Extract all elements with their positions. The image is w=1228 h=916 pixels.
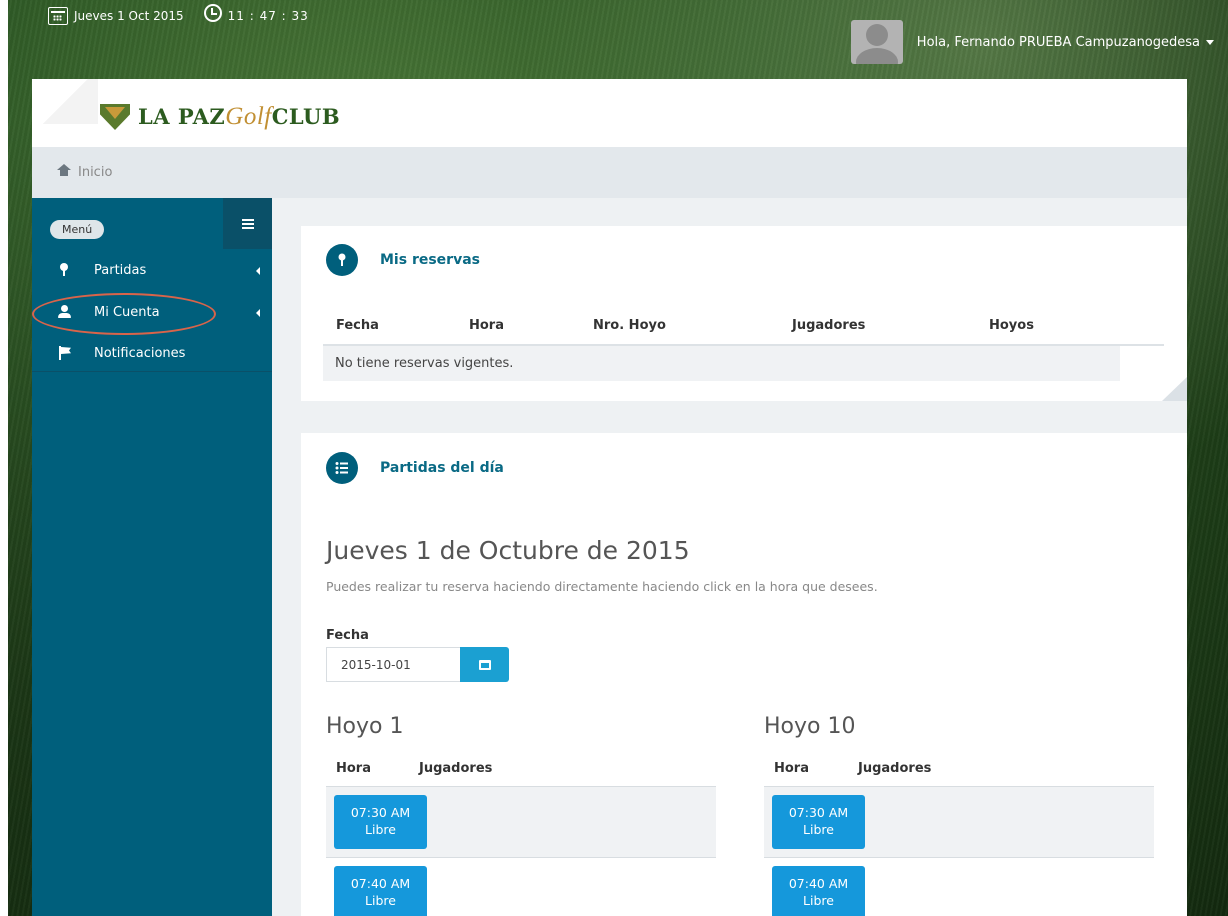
pin-icon — [58, 263, 74, 277]
sidebar-item-notificaciones[interactable]: Notificaciones — [32, 336, 272, 370]
club-logo[interactable]: LA PAZGolfCLUB — [100, 103, 340, 131]
left-frame — [0, 0, 8, 916]
user-greeting[interactable]: Hola, Fernando PRUEBA Campuzanogedesa — [917, 35, 1214, 50]
breadcrumb: Inicio — [32, 147, 1187, 198]
slot-time: 07:40 AM — [788, 876, 849, 891]
column-header: Fecha — [336, 318, 379, 333]
column-header: Hora — [469, 318, 504, 333]
empty-reservations-row: No tiene reservas vigentes. — [323, 346, 1120, 381]
fecha-label: Fecha — [326, 628, 369, 643]
logo-text: LA PAZGolfCLUB — [138, 103, 340, 131]
table-row: 07:30 AM Libre — [764, 787, 1154, 858]
hoyo-1-title: Hoyo 1 — [326, 714, 404, 739]
column-header: Nro. Hoyo — [593, 318, 666, 333]
menu-toggle-button[interactable] — [223, 198, 272, 249]
flag-icon — [58, 346, 74, 360]
mis-reservas-panel: Mis reservas Fecha Hora Nro. Hoyo Jugado… — [301, 226, 1187, 401]
day-subtitle: Puedes realizar tu reserva haciendo dire… — [326, 579, 878, 594]
user-menu[interactable]: Hola, Fernando PRUEBA Campuzanogedesa — [850, 20, 1214, 64]
logo-text-club: CLUB — [271, 104, 341, 129]
logo-text-golf: Golf — [225, 103, 272, 130]
hoyo-10-title: Hoyo 10 — [764, 714, 856, 739]
hamburger-icon — [241, 218, 254, 229]
shield-logo-icon — [100, 104, 130, 130]
home-icon[interactable] — [57, 164, 71, 178]
column-header: Jugadores — [792, 318, 866, 333]
column-header: Jugadores — [419, 761, 493, 776]
chevron-left-icon — [256, 267, 260, 275]
panel-corner-fold — [1162, 377, 1187, 401]
table-row: 07:30 AM Libre — [326, 787, 716, 858]
day-heading: Jueves 1 de Octubre de 2015 — [326, 536, 690, 565]
calendar-icon — [478, 659, 491, 670]
header-fold — [32, 79, 98, 124]
partidas-title: Partidas del día — [380, 460, 504, 476]
column-header: Jugadores — [858, 761, 932, 776]
calendar-icon — [48, 7, 68, 25]
stopwatch-icon — [203, 4, 222, 22]
sidebar-item-label: Partidas — [94, 262, 147, 278]
avatar[interactable] — [850, 20, 903, 64]
empty-message: No tiene reservas vigentes. — [335, 356, 514, 371]
top-bar: Jueves 1 Oct 2015 11 : 47 : 33 Hola, Fer… — [0, 0, 1228, 80]
slot-status: Libre — [365, 893, 396, 908]
chevron-down-icon — [1206, 39, 1214, 45]
current-date: Jueves 1 Oct 2015 — [74, 9, 184, 23]
current-time: 11 : 47 : 33 — [227, 9, 309, 23]
column-header: Hora — [336, 761, 371, 776]
tee-time-button[interactable]: 07:40 AM Libre — [772, 866, 865, 916]
tee-time-button[interactable]: 07:30 AM Libre — [334, 795, 427, 849]
sidebar-divider — [32, 371, 272, 372]
sidebar-item-partidas[interactable]: Partidas — [32, 253, 272, 287]
column-header: Hora — [774, 761, 809, 776]
tee-time-button[interactable]: 07:30 AM Libre — [772, 795, 865, 849]
slot-status: Libre — [803, 893, 834, 908]
slot-time: 07:30 AM — [788, 805, 849, 820]
slot-time: 07:30 AM — [350, 805, 411, 820]
list-icon — [326, 452, 358, 484]
table-row: 07:40 AM Libre — [326, 858, 716, 916]
date-field[interactable] — [326, 647, 461, 682]
highlight-annotation — [32, 293, 216, 335]
chevron-left-icon — [256, 309, 260, 317]
partidas-panel: Partidas del día Jueves 1 de Octubre de … — [301, 433, 1187, 916]
mis-reservas-title: Mis reservas — [380, 252, 480, 268]
logo-text-la-paz: LA PAZ — [138, 104, 226, 129]
breadcrumb-home[interactable]: Inicio — [78, 165, 112, 180]
column-header: Hoyos — [989, 318, 1034, 333]
main-content: Mis reservas Fecha Hora Nro. Hoyo Jugado… — [272, 198, 1187, 916]
menu-label: Menú — [50, 220, 105, 239]
slot-status: Libre — [803, 822, 834, 837]
calendar-button[interactable] — [460, 647, 509, 682]
table-row: 07:40 AM Libre — [764, 858, 1154, 916]
slot-status: Libre — [365, 822, 396, 837]
tee-time-button[interactable]: 07:40 AM Libre — [334, 866, 427, 916]
slot-time: 07:40 AM — [350, 876, 411, 891]
sidebar-item-label: Notificaciones — [94, 345, 186, 361]
user-greeting-text: Hola, Fernando PRUEBA Campuzanogedesa — [916, 34, 1200, 50]
date-time-group: Jueves 1 Oct 2015 11 : 47 : 33 — [48, 4, 309, 25]
pin-icon — [326, 244, 358, 276]
